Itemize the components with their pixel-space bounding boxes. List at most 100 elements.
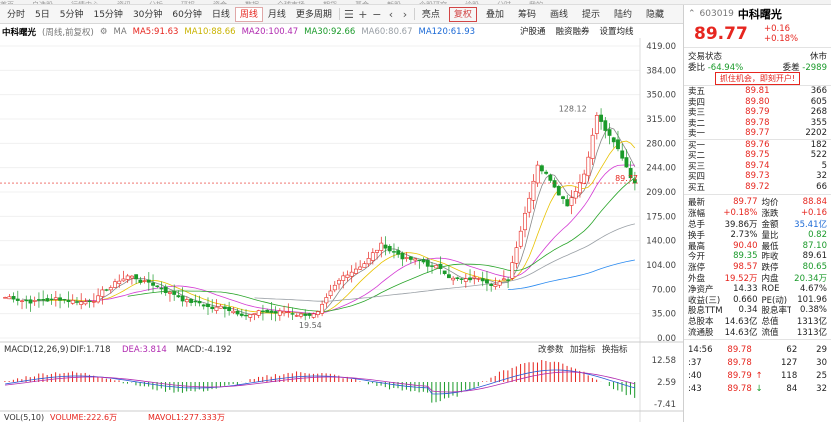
- stat-value: 101.96: [797, 294, 827, 305]
- candle: [616, 139, 620, 150]
- ma-label: MA: [113, 26, 127, 37]
- chart-tool-button[interactable]: 陆约: [609, 7, 637, 22]
- period-tab[interactable]: 日线: [207, 7, 235, 22]
- tick-count: 25: [816, 370, 827, 381]
- settings-icon[interactable]: ⚙: [100, 27, 108, 37]
- candle: [303, 313, 308, 316]
- candle: [193, 300, 198, 303]
- macd-bar: [608, 382, 610, 386]
- macd-legend-text: DEA:3.814: [122, 345, 167, 355]
- price-axis-label: 209.00: [646, 188, 676, 198]
- macd-tab[interactable]: 加指标: [570, 344, 596, 355]
- candle: [485, 279, 489, 284]
- kline-chart[interactable]: 419.00 384.00 350.00 315.00 280.00 244.00 209.…: [0, 38, 683, 422]
- up-arrow-icon: ↑: [755, 370, 763, 381]
- current-price-label: 89.77: [615, 174, 638, 183]
- candle: [79, 301, 84, 305]
- macd-bar: [528, 362, 530, 382]
- hgt-toggle[interactable]: 沪股通: [520, 25, 546, 37]
- period-tab[interactable]: 5日: [30, 7, 55, 22]
- stat-value: 0.660: [733, 294, 758, 305]
- period-tab[interactable]: 5分钟: [55, 7, 89, 22]
- macd-bar: [270, 376, 272, 382]
- zoom-out-icon[interactable]: −: [370, 8, 384, 21]
- candle: [620, 150, 625, 159]
- stats-row: 换手 2.73% 量比 0.82: [684, 229, 831, 241]
- macd-bar: [329, 373, 331, 382]
- macd-bar: [384, 382, 386, 388]
- candle: [434, 264, 439, 269]
- stock-name-label: 中科曙光: [2, 27, 37, 38]
- macd-legend-text: DIF:1.718: [70, 345, 110, 355]
- macd-bar: [114, 380, 116, 382]
- macd-bar: [625, 382, 627, 396]
- pin-icon[interactable]: ⌃: [688, 9, 696, 19]
- stats-table: 最新 89.77 均价 88.84 涨幅 +0.18% 涨跌 +0.16 总手 39.86万 金额 3…: [684, 197, 831, 338]
- period-tab[interactable]: 30分钟: [128, 7, 167, 22]
- tick-time: :37: [688, 357, 702, 368]
- menu-icon[interactable]: ☰: [342, 8, 356, 21]
- macd-bar: [414, 382, 416, 391]
- macd-bar: [465, 382, 467, 390]
- tick-price: 89.78: [727, 344, 752, 355]
- macd-bar: [575, 368, 577, 382]
- rzrq-toggle[interactable]: 融资融券: [556, 25, 590, 37]
- candle: [387, 245, 392, 252]
- candle: [32, 300, 37, 302]
- candle: [400, 252, 405, 260]
- candle: [7, 296, 12, 300]
- tick-count: 30: [816, 357, 827, 368]
- chart-tool-button[interactable]: 亮点: [417, 7, 445, 22]
- candle: [227, 307, 232, 312]
- chart-tool-button[interactable]: 筹码: [513, 7, 541, 22]
- price-axis-label: 140.00: [646, 237, 676, 247]
- book-row[interactable]: 卖一 89.77 2202: [684, 128, 831, 139]
- chart-tool-button[interactable]: 画线: [545, 7, 573, 22]
- period-tab[interactable]: 60分钟: [167, 7, 206, 22]
- book-level-label: 卖一: [688, 129, 706, 140]
- next-icon[interactable]: ›: [398, 8, 412, 21]
- candle: [282, 311, 286, 314]
- candle: [607, 129, 612, 136]
- macd-bar: [422, 382, 424, 392]
- open-account-button[interactable]: 抓住机会，即刻开户!: [714, 72, 801, 85]
- macd-bar: [511, 367, 513, 382]
- period-tab[interactable]: 周线: [234, 6, 263, 22]
- tick-time: :43: [688, 383, 702, 394]
- candle: [307, 313, 312, 316]
- stats-row: 今开 89.35 昨收 89.61: [684, 251, 831, 262]
- ma-settings-link[interactable]: 设置均线: [600, 25, 634, 37]
- period-tab[interactable]: 15分钟: [88, 7, 127, 22]
- tick-volume: 84: [786, 383, 798, 394]
- candle: [104, 289, 109, 291]
- candle: [256, 310, 261, 316]
- candle: [151, 282, 155, 286]
- chart-tool-button[interactable]: 提示: [577, 7, 605, 22]
- period-tab[interactable]: 分时: [2, 7, 30, 22]
- candle: [138, 279, 143, 283]
- trade-status-row: 交易状态 休市: [684, 50, 831, 62]
- candle: [299, 313, 303, 317]
- period-tab[interactable]: 月线: [263, 7, 291, 22]
- macd-bar: [126, 382, 128, 384]
- chart-tools: 亮点 复权 叠加 筹码 画线 提示 陆约 隐藏: [417, 6, 673, 22]
- candle: [108, 287, 113, 291]
- macd-bar: [549, 362, 551, 382]
- book-row[interactable]: 买五 89.72 66: [684, 182, 831, 193]
- candle: [480, 278, 485, 282]
- zoom-in-icon[interactable]: +: [356, 8, 370, 21]
- stat-value: 89.77: [733, 197, 758, 208]
- candle: [459, 278, 464, 280]
- chart-legend-right: 沪股通 融资融券 设置均线: [520, 25, 644, 37]
- chart-tool-button[interactable]: 隐藏: [641, 7, 669, 22]
- chart-legend: 中科曙光 (周线,前复权) ⚙ MA MA5:91.63 MA10:88.66 …: [2, 25, 481, 38]
- chart-tool-button[interactable]: 复权: [448, 6, 477, 22]
- candle: [277, 310, 282, 316]
- chart-tool-button[interactable]: 叠加: [481, 7, 509, 22]
- macd-bar: [118, 380, 120, 382]
- prev-icon[interactable]: ‹: [384, 8, 398, 21]
- macd-tab[interactable]: 改参数: [538, 344, 564, 355]
- period-tab[interactable]: 更多周期: [291, 7, 337, 22]
- candle: [252, 313, 257, 315]
- macd-tab[interactable]: 换指标: [602, 344, 628, 355]
